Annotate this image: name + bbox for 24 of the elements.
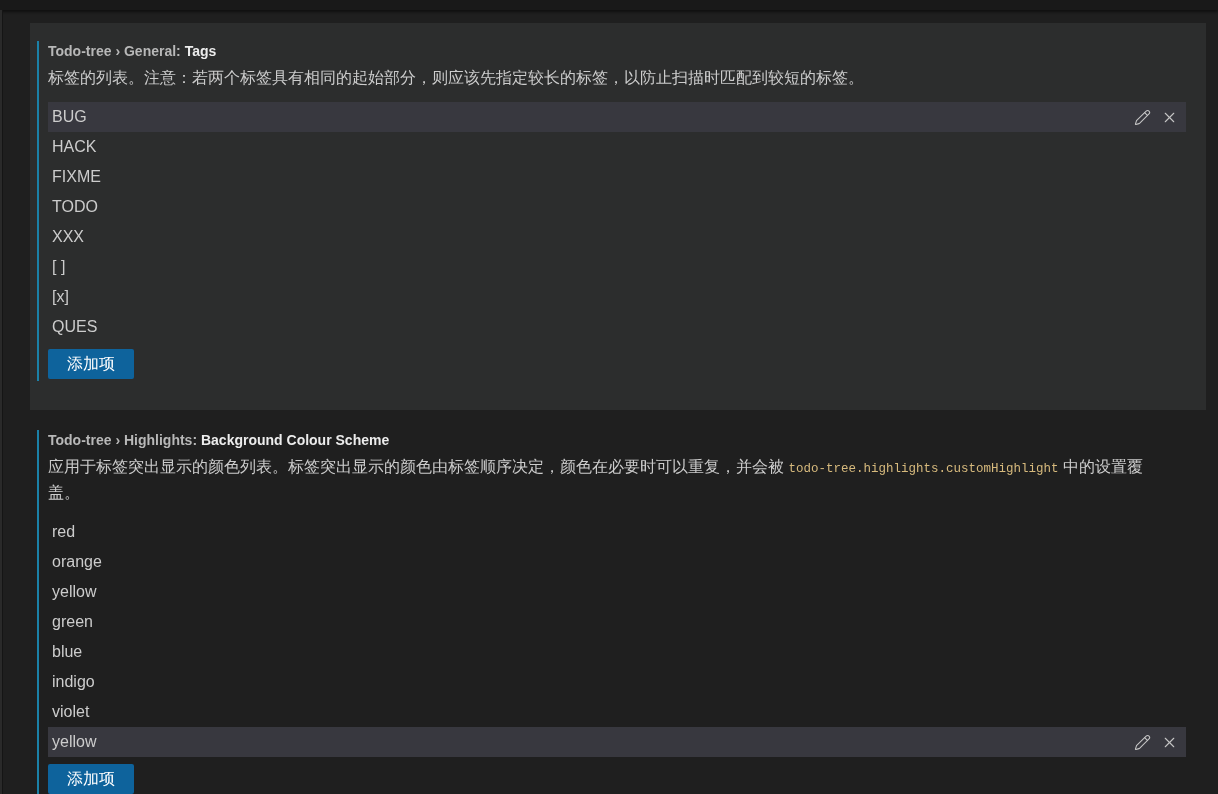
list-item[interactable]: orange (48, 547, 1186, 577)
list-item[interactable]: HACK (48, 132, 1186, 162)
list-item[interactable]: violet (48, 697, 1186, 727)
list-item[interactable]: [x] (48, 282, 1186, 312)
add-item-button[interactable]: 添加项 (48, 349, 134, 379)
setting-title: Todo-tree › Highlights: Background Colour Scheme (48, 431, 391, 450)
list-item[interactable]: TODO (48, 192, 1186, 222)
list-item[interactable]: FIXME (48, 162, 1186, 192)
list-item[interactable]: blue (48, 637, 1186, 667)
list-item[interactable]: green (48, 607, 1186, 637)
pencil-icon[interactable] (1134, 733, 1151, 751)
pencil-icon[interactable] (1134, 108, 1151, 126)
list-item[interactable]: XXX (48, 222, 1186, 252)
list-item[interactable]: red (48, 517, 1186, 547)
list-item[interactable]: [ ] (48, 252, 1186, 282)
setting-description: 应用于标签突出显示的颜色列表。标签突出显示的颜色由标签顺序决定，颜色在必要时可以重复，并会被 todo-tree.highlights.customHighlight 中的设置覆盖。 (48, 457, 1144, 503)
list-item[interactable]: BUG (48, 102, 1186, 132)
setting-title: Todo-tree › General: Tags (48, 42, 218, 61)
list-item[interactable]: yellow (48, 577, 1186, 607)
setting-description: 标签的列表。注意：若两个标签具有相同的起始部分，则应该先指定较长的标签，以防止扫描时匹配到较短的标签。 (48, 68, 865, 88)
list-item[interactable]: yellow (48, 727, 1186, 757)
list-item[interactable]: QUES (48, 312, 1186, 342)
add-item-button[interactable]: 添加项 (48, 764, 134, 794)
list-item[interactable]: indigo (48, 667, 1186, 697)
